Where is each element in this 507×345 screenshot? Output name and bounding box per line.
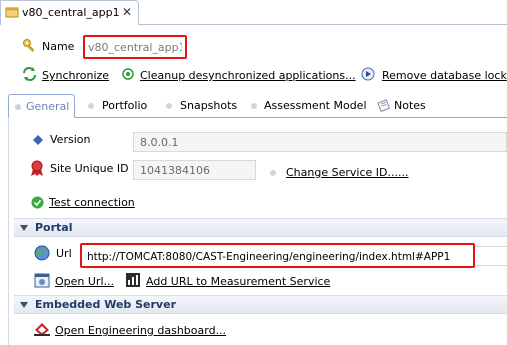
collapse-icon [20, 302, 28, 308]
cleanup-icon [122, 68, 134, 80]
embedded-section-header[interactable]: Embedded Web Server [14, 295, 507, 314]
version-field: 8.0.0.1 [133, 132, 507, 152]
editor-tab-bar: v80_central_app1 ✕ [0, 0, 507, 25]
name-input[interactable] [88, 40, 182, 55]
tab-snapshots-icon [166, 103, 172, 109]
synchronize-link[interactable]: Synchronize [42, 69, 109, 82]
tab-general-icon [15, 104, 21, 110]
tab-assessment-model-icon [251, 103, 257, 109]
change-service-link[interactable]: Change Service ID...... [286, 166, 408, 179]
tab-general[interactable]: General [8, 94, 75, 118]
open-dashboard-link[interactable]: Open Engineering dashboard... [55, 324, 226, 337]
site-id-field: 1041384106 [133, 160, 256, 180]
dashboard-icon [34, 323, 50, 336]
name-field[interactable] [83, 35, 187, 59]
name-label: Name [42, 40, 75, 53]
key-icon [23, 39, 35, 52]
change-service-icon [270, 170, 276, 176]
tab-portfolio-label: Portfolio [102, 99, 148, 112]
tab-snapshots-label: Snapshots [180, 99, 238, 112]
tab-assessment-model-label: Assessment Model [264, 99, 367, 112]
check-icon [31, 196, 44, 209]
url-label: Url [56, 247, 72, 260]
tab-portfolio-icon [88, 103, 94, 109]
portal-section-header[interactable]: Portal [14, 218, 507, 237]
embedded-section-title: Embedded Web Server [35, 298, 176, 311]
test-connection-link[interactable]: Test connection [49, 196, 135, 209]
tab-portfolio[interactable]: Portfolio [78, 94, 156, 117]
url-input[interactable] [87, 249, 467, 264]
globe-icon [34, 245, 50, 261]
version-label: Version [50, 133, 91, 146]
version-value: 8.0.0.1 [140, 136, 179, 149]
url-field[interactable] [80, 243, 475, 268]
version-icon [33, 135, 43, 145]
remove-lock-link[interactable]: Remove database lock [382, 69, 507, 82]
add-url-link[interactable]: Add URL to Measurement Service [146, 275, 330, 288]
cleanup-link[interactable]: Cleanup desynchronized applications... [140, 69, 356, 82]
portal-section-title: Portal [35, 221, 73, 234]
site-id-label: Site Unique ID [50, 162, 129, 175]
measurement-icon [126, 273, 140, 287]
tab-snapshots[interactable]: Snapshots [158, 94, 246, 117]
close-icon[interactable]: ✕ [122, 5, 132, 19]
application-icon [5, 7, 19, 18]
notes-icon [377, 99, 391, 112]
site-id-value: 1041384106 [140, 164, 210, 177]
editor-tab-title: v80_central_app1 [22, 6, 120, 19]
open-url-link[interactable]: Open Url... [55, 275, 114, 288]
collapse-icon [20, 225, 28, 231]
editor-tab[interactable]: v80_central_app1 ✕ [0, 0, 139, 25]
tab-general-label: General [26, 100, 70, 113]
url-field-tail [475, 246, 507, 266]
tab-notes[interactable]: Notes [374, 94, 440, 117]
tab-notes-label: Notes [394, 99, 426, 112]
play-icon [361, 67, 375, 81]
section-tabs: General Portfolio Snapshots Assessment M… [8, 94, 507, 118]
synchronize-icon [23, 67, 36, 81]
award-icon [31, 160, 43, 176]
open-url-icon [34, 273, 50, 288]
tab-assessment-model[interactable]: Assessment Model [248, 94, 375, 117]
